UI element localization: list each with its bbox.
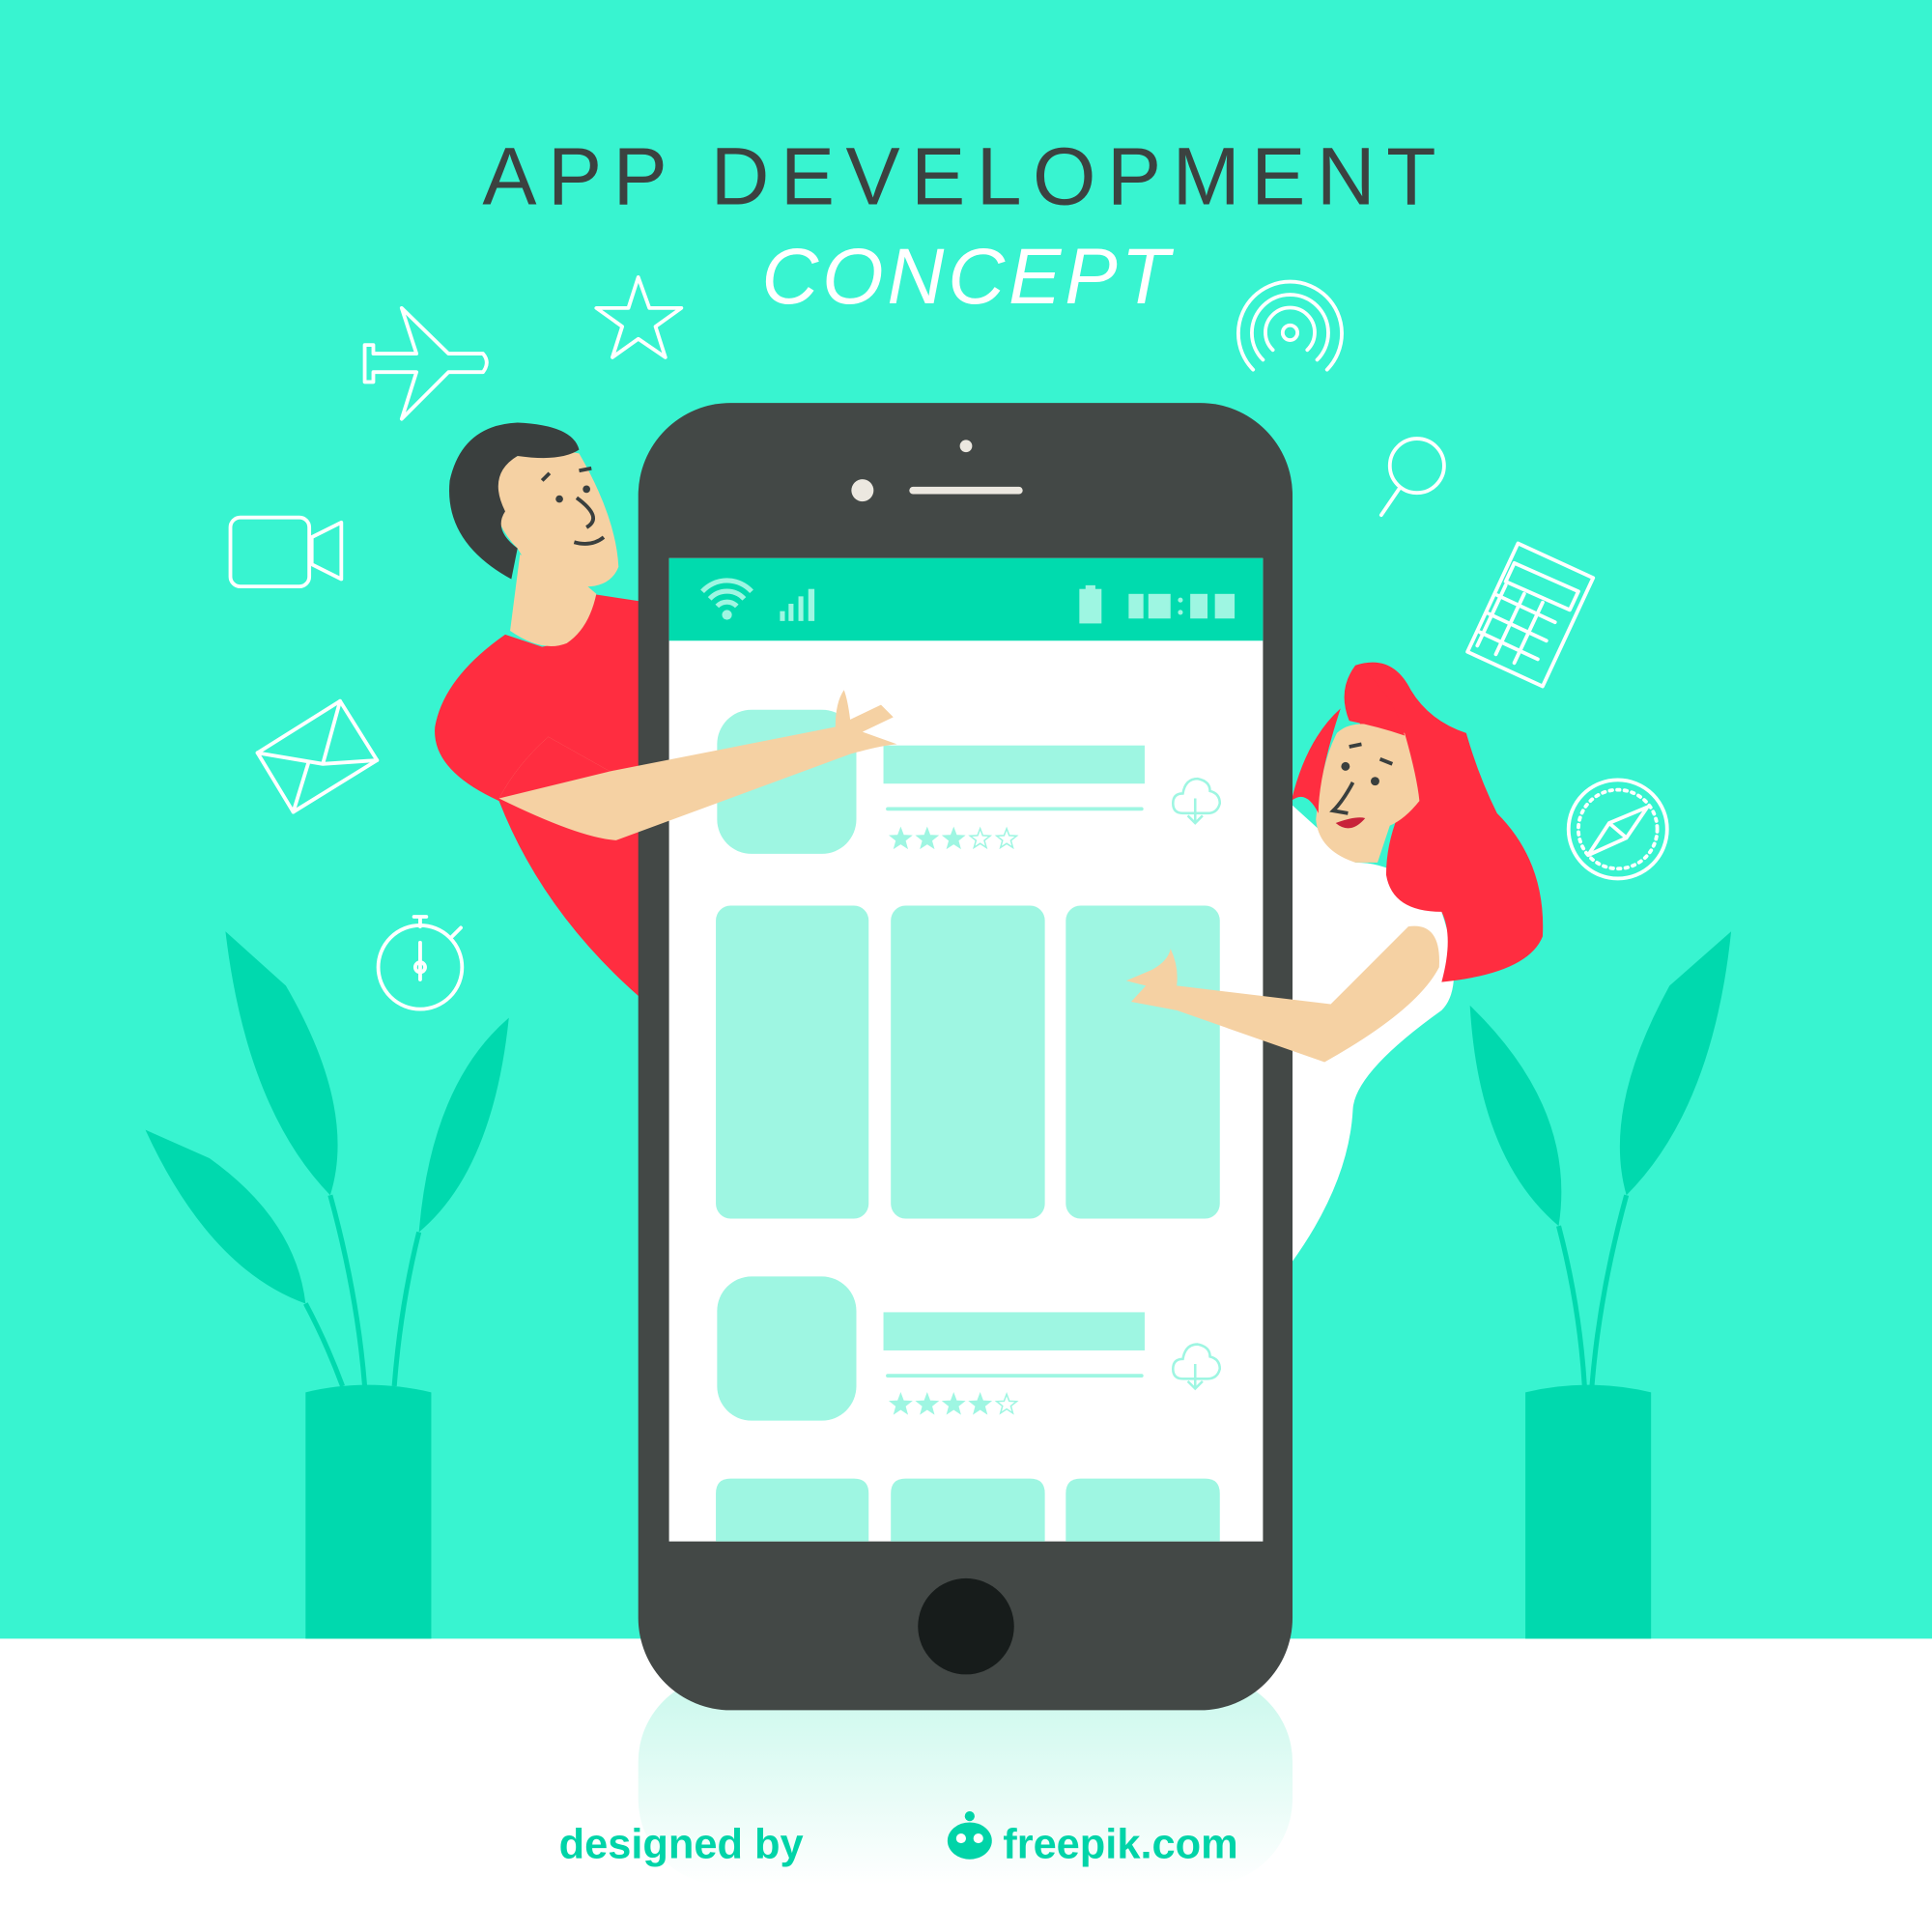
phone-sensor (959, 440, 973, 453)
app-icon (717, 1276, 857, 1421)
app-subtitle-placeholder (886, 807, 1144, 811)
app-tile[interactable] (1065, 1478, 1220, 1542)
app-title-placeholder (883, 745, 1145, 784)
app-subtitle-placeholder (886, 1374, 1144, 1378)
home-button[interactable] (918, 1577, 1014, 1675)
app-tile[interactable] (716, 905, 869, 1219)
credit-brand[interactable]: freepik.com (1003, 1821, 1237, 1867)
app-tile[interactable] (1065, 905, 1220, 1219)
app-tile[interactable] (891, 905, 1045, 1219)
app-title-placeholder (883, 1312, 1145, 1350)
phone-camera (851, 479, 874, 502)
title-line2: CONCEPT (761, 233, 1174, 321)
app-tile[interactable] (716, 1478, 869, 1542)
status-bar (668, 557, 1264, 641)
title-line1: APP DEVELOPMENT (482, 131, 1447, 222)
battery-icon (1079, 584, 1102, 624)
app-tile[interactable] (891, 1478, 1045, 1542)
credit-prefix: designed by (559, 1821, 804, 1867)
phone-screen (668, 557, 1264, 1542)
app-development-illustration: APP DEVELOPMENT CONCEPT designed by free… (0, 0, 1932, 1932)
phone-speaker (909, 486, 1023, 495)
smartphone (638, 403, 1293, 1711)
